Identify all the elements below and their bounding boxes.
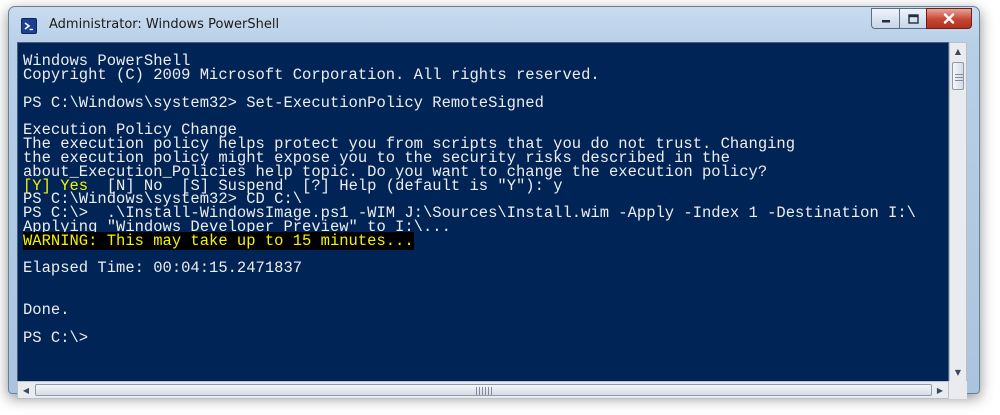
arrow-up-icon: ▲: [954, 46, 962, 56]
grip-icon: [476, 387, 492, 395]
scroll-up-button[interactable]: ▲: [952, 44, 964, 58]
scroll-right-button[interactable]: ▶: [933, 384, 947, 396]
arrow-left-icon: ◀: [22, 385, 30, 395]
console-line: Copyright (C) 2009 Microsoft Corporation…: [23, 66, 600, 84]
powershell-window: Administrator: Windows PowerShell Window…: [8, 6, 980, 399]
resize-corner[interactable]: [949, 381, 967, 399]
close-icon: [943, 13, 955, 24]
maximize-icon: [907, 13, 919, 24]
console-line: PS C:\>: [23, 329, 89, 347]
title-bar[interactable]: Administrator: Windows PowerShell: [9, 7, 979, 43]
vertical-scroll-thumb[interactable]: [952, 62, 964, 90]
arrow-right-icon: ▶: [936, 385, 944, 395]
maximize-button[interactable]: [899, 8, 926, 29]
horizontal-scrollbar[interactable]: ◀ ▶: [17, 381, 949, 399]
scroll-down-button[interactable]: ▼: [952, 365, 964, 379]
window-controls: [871, 8, 972, 30]
arrow-down-icon: ▼: [954, 367, 962, 377]
powershell-icon[interactable]: [21, 18, 37, 34]
console-line: Elapsed Time: 00:04:15.2471837: [23, 259, 303, 277]
console-line: PS C:\Windows\system32> Set-ExecutionPol…: [23, 94, 544, 112]
console-line-warning: WARNING: This may take up to 15 minutes.…: [23, 232, 414, 250]
window-title: Administrator: Windows PowerShell: [49, 17, 280, 32]
console-line: Done.: [23, 301, 70, 319]
vertical-scrollbar[interactable]: ▲ ▼: [949, 42, 967, 382]
grip-icon: [955, 72, 963, 81]
minimize-button[interactable]: [871, 8, 899, 29]
minimize-icon: [881, 19, 890, 22]
horizontal-scroll-thumb[interactable]: [35, 384, 932, 396]
warning-text: WARNING: This may take up to 15 minutes.…: [23, 232, 414, 250]
scroll-left-button[interactable]: ◀: [19, 384, 33, 396]
console-output[interactable]: Windows PowerShell Copyright (C) 2009 Mi…: [17, 42, 949, 382]
close-button[interactable]: [926, 8, 972, 29]
